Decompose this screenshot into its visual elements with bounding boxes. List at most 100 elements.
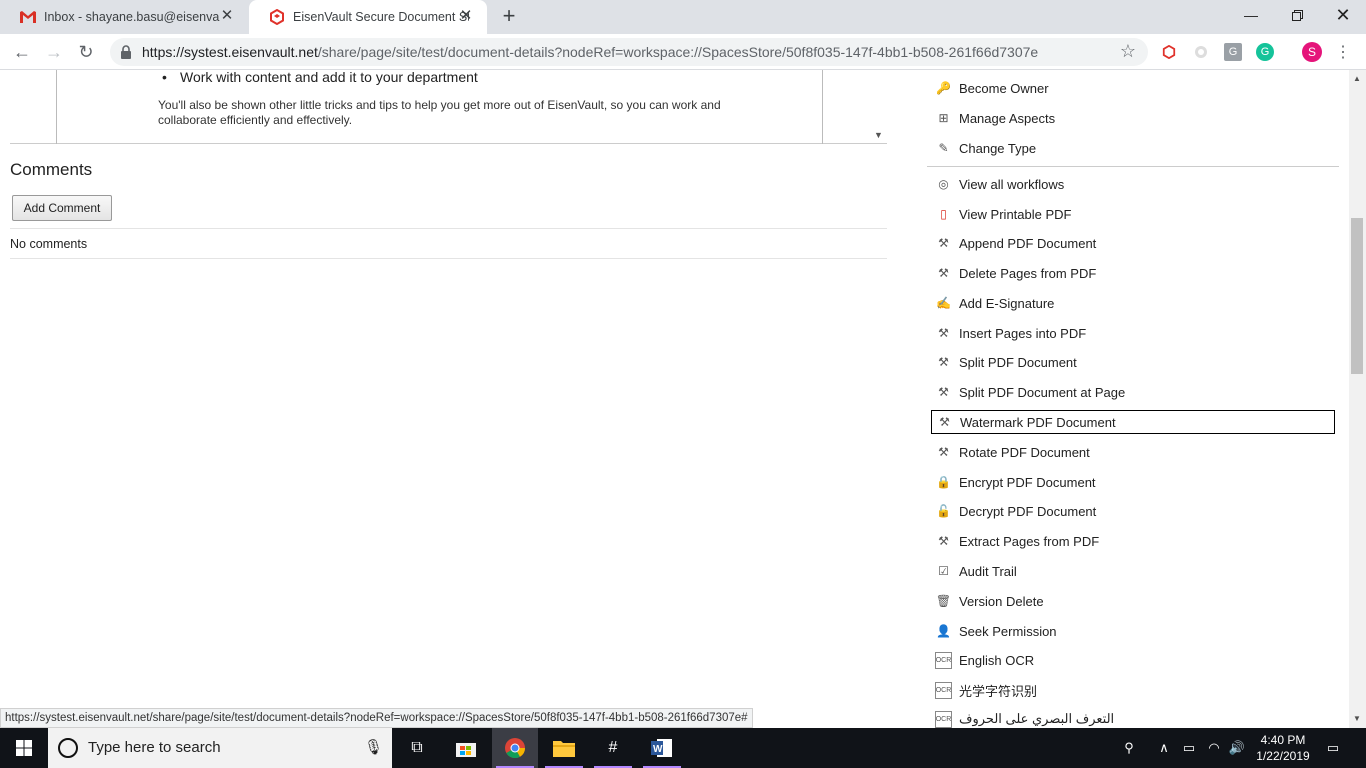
close-tab-icon[interactable]: ✕ (220, 8, 234, 23)
reload-icon[interactable]: ↻ (74, 40, 98, 64)
lock-pdf-icon: 🔒 (936, 475, 951, 489)
pencil-icon: ✎ (938, 141, 949, 155)
action-version-delete[interactable]: 🗑 Version Delete (931, 589, 1335, 613)
word-icon[interactable]: W (639, 728, 685, 768)
preview-paragraph: You'll also be shown other little tricks… (158, 98, 721, 127)
extension-eisenvault-icon[interactable] (1160, 43, 1178, 61)
action-seek-permission[interactable]: 👤 Seek Permission (931, 619, 1335, 643)
action-view-printable-pdf[interactable]: ▯ View Printable PDF (931, 202, 1335, 226)
permission-icon: 👤 (936, 624, 951, 638)
action-change-type[interactable]: ✎ Change Type (931, 136, 1335, 160)
ocr-icon: OCR (935, 710, 952, 728)
action-append-pdf[interactable]: ⚒ Append PDF Document (931, 231, 1335, 255)
windows-taskbar: Type here to search 🎙 ⧉ # W ⚲ ∧ ▭ ◠ 🔊 4:… (0, 728, 1366, 768)
windows-start-icon[interactable] (0, 728, 48, 768)
action-split-pdf[interactable]: ⚒ Split PDF Document (931, 350, 1335, 374)
action-add-esignature[interactable]: ✍ Add E-Signature (931, 291, 1335, 315)
trash-icon: 🗑 (935, 594, 952, 608)
extension-g-icon[interactable]: G (1224, 43, 1242, 61)
pdf-tool-icon: ⚒ (938, 534, 949, 548)
menu-kebab-icon[interactable]: ⋮ (1334, 43, 1352, 61)
checkbox-icon: ☑ (938, 564, 949, 578)
chrome-taskbar-icon[interactable] (492, 728, 538, 768)
action-become-owner[interactable]: 🔑 Become Owner (931, 76, 1335, 100)
pdf-tool-icon: ⚒ (938, 445, 949, 459)
action-watermark-pdf[interactable]: ⚒ Watermark PDF Document (931, 410, 1335, 434)
no-comments-text: No comments (10, 237, 88, 251)
page-scrollbar[interactable]: ▲ ▼ (1349, 70, 1366, 728)
search-placeholder: Type here to search (88, 739, 221, 756)
minimize-icon[interactable]: — (1228, 0, 1274, 30)
document-preview: Work with content and add it to your dep… (10, 70, 887, 144)
page-content: Work with content and add it to your dep… (0, 70, 1366, 728)
action-manage-aspects[interactable]: ⊞ Manage Aspects (931, 106, 1335, 130)
pdf-tool-icon: ⚒ (938, 385, 949, 399)
address-bar[interactable]: https://systest.eisenvault.net/share/pag… (110, 38, 1148, 66)
tab-eisenvault[interactable]: EisenVault Secure Document Stor ✕ (249, 0, 487, 34)
action-view-all-workflows[interactable]: ◎ View all workflows (931, 172, 1335, 196)
pdf-tool-icon: ⚒ (939, 415, 950, 429)
lock-icon (120, 45, 132, 59)
file-explorer-icon[interactable] (541, 728, 587, 768)
bookmark-star-icon[interactable]: ☆ (1120, 41, 1136, 62)
scrollbar-thumb[interactable] (1351, 218, 1363, 374)
aspects-icon: ⊞ (938, 111, 949, 125)
pdf-tool-icon: ⚒ (938, 266, 949, 280)
action-insert-pages-pdf[interactable]: ⚒ Insert Pages into PDF (931, 321, 1335, 345)
link-status-url: https://systest.eisenvault.net/share/pag… (0, 708, 753, 728)
microphone-icon[interactable]: 🎙 (364, 738, 383, 756)
ocr-icon: OCR (935, 681, 952, 699)
notifications-icon[interactable]: ▭ (1322, 728, 1344, 768)
slack-icon[interactable]: # (590, 728, 636, 768)
store-icon[interactable] (443, 728, 489, 768)
extension-circle-icon[interactable] (1192, 43, 1210, 61)
show-hidden-icons-chevron-icon[interactable]: ∧ (1156, 728, 1172, 768)
action-chinese-ocr[interactable]: OCR 光学字符识别 (931, 678, 1335, 702)
action-rotate-pdf[interactable]: ⚒ Rotate PDF Document (931, 440, 1335, 464)
action-decrypt-pdf[interactable]: 🔓 Decrypt PDF Document (931, 499, 1335, 523)
unlock-pdf-icon: 🔓 (936, 504, 951, 518)
grammarly-icon[interactable]: G (1256, 43, 1274, 61)
volume-icon[interactable]: 🔊 (1228, 728, 1246, 768)
new-tab-button[interactable]: + (498, 5, 520, 28)
pdf-tool-icon: ⚒ (938, 326, 949, 340)
action-audit-trail[interactable]: ☑ Audit Trail (931, 559, 1335, 583)
action-arabic-ocr[interactable]: OCR التعرف البصري على الحروف (931, 707, 1335, 728)
back-icon[interactable]: ← (10, 40, 34, 64)
pdf-tool-icon: ⚒ (938, 355, 949, 369)
scroll-up-icon[interactable]: ▲ (1353, 74, 1361, 83)
action-encrypt-pdf[interactable]: 🔒 Encrypt PDF Document (931, 470, 1335, 494)
tab-gmail[interactable]: Inbox - shayane.basu@eisenvault ✕ (0, 0, 248, 34)
action-extract-pages-pdf[interactable]: ⚒ Extract Pages from PDF (931, 529, 1335, 553)
add-comment-button[interactable]: Add Comment (12, 195, 112, 221)
eisenvault-icon (269, 9, 285, 25)
task-view-icon[interactable]: ⧉ (394, 728, 440, 768)
forward-icon[interactable]: → (42, 40, 66, 64)
actions-separator (927, 166, 1339, 167)
profile-avatar[interactable]: S (1302, 42, 1322, 62)
pdf-tool-icon: ⚒ (938, 236, 949, 250)
tab-title: EisenVault Secure Document Stor (293, 10, 469, 24)
url-text: https://systest.eisenvault.net/share/pag… (142, 44, 1039, 60)
taskbar-clock[interactable]: 4:40 PM 1/22/2019 (1256, 732, 1310, 764)
action-delete-pages-pdf[interactable]: ⚒ Delete Pages from PDF (931, 261, 1335, 285)
tab-strip: Inbox - shayane.basu@eisenvault ✕ EisenV… (0, 0, 1366, 34)
people-icon[interactable]: ⚲ (1118, 728, 1140, 768)
preview-scroll-down-icon[interactable]: ▼ (874, 130, 883, 140)
battery-icon[interactable]: ▭ (1180, 728, 1198, 768)
action-english-ocr[interactable]: OCR English OCR (931, 648, 1335, 672)
taskbar-search-box[interactable]: Type here to search 🎙 (48, 728, 392, 768)
close-tab-icon[interactable]: ✕ (459, 8, 473, 23)
cortana-icon (58, 738, 78, 758)
comments-heading: Comments (10, 160, 93, 179)
workflow-icon: ◎ (938, 177, 949, 191)
gmail-icon (20, 9, 36, 25)
wifi-icon[interactable]: ◠ (1204, 728, 1224, 768)
close-window-icon[interactable]: ✕ (1320, 0, 1366, 30)
signature-icon: ✍ (936, 296, 951, 310)
scroll-down-icon[interactable]: ▼ (1353, 714, 1361, 723)
browser-toolbar: ← → ↻ https://systest.eisenvault.net/sha… (0, 34, 1366, 70)
restore-icon[interactable] (1274, 0, 1320, 30)
document-actions-panel: 🔑 Become Owner ⊞ Manage Aspects ✎ Change Ty… (927, 70, 1339, 728)
action-split-pdf-at-page[interactable]: ⚒ Split PDF Document at Page (931, 380, 1335, 404)
